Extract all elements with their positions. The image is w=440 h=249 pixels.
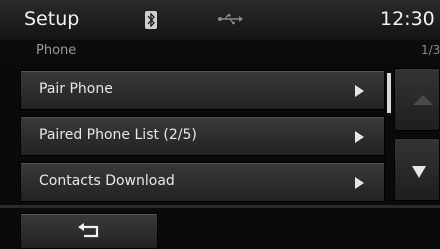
scroll-up-button[interactable]: [394, 68, 440, 131]
arrow-down-icon: [412, 166, 426, 178]
section-title: Phone: [36, 43, 77, 58]
chevron-right-icon: [355, 85, 364, 97]
back-arrow-icon: [78, 223, 99, 238]
setup-phone-screen: Setup 12:30 Phone 1/3 Pair Phone Paired …: [0, 0, 440, 249]
pair-phone-button[interactable]: Pair Phone: [20, 70, 385, 110]
arrow-up-icon: [413, 95, 433, 105]
menu-item-label: Pair Phone: [39, 81, 113, 97]
clock: 12:30: [380, 8, 435, 30]
menu-item-label: Contacts Download: [39, 173, 175, 189]
screen-title: Setup: [24, 8, 80, 30]
menu-item-label: Paired Phone List (2/5): [39, 127, 197, 143]
divider: [0, 205, 440, 208]
page-indicator: 1/3: [421, 43, 440, 57]
contacts-download-button[interactable]: Contacts Download: [20, 162, 385, 202]
chevron-right-icon: [355, 177, 364, 189]
scroll-down-button[interactable]: [394, 138, 440, 201]
back-button[interactable]: [20, 213, 158, 249]
bluetooth-icon: [145, 11, 157, 29]
paired-phone-list-button[interactable]: Paired Phone List (2/5): [20, 116, 385, 156]
chevron-right-icon: [355, 131, 364, 143]
usb-icon: [218, 14, 243, 25]
scrollbar-thumb[interactable]: [387, 73, 391, 113]
